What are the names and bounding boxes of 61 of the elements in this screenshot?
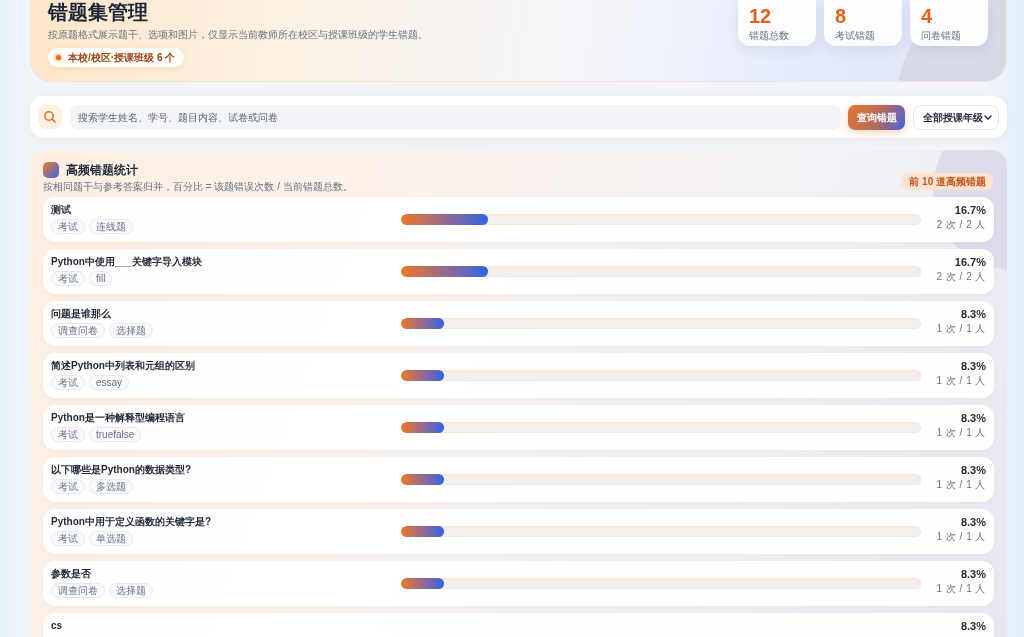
question-title: Python是一种解释型编程语言 bbox=[51, 411, 186, 424]
error-count: 1 次 / 1 人 bbox=[936, 323, 986, 335]
question-tag: 考试 bbox=[51, 427, 85, 442]
stat-label: 错题总数 bbox=[749, 29, 790, 42]
stat-value: 4 bbox=[921, 4, 934, 28]
square-icon bbox=[43, 162, 59, 178]
question-tag: 考试 bbox=[51, 375, 85, 390]
question-title: 问题是谁那么 bbox=[51, 307, 112, 320]
error-count: 1 次 / 1 人 bbox=[936, 583, 986, 595]
error-count: 2 次 / 2 人 bbox=[936, 219, 986, 231]
question-title: 简述Python中列表和元组的区别 bbox=[51, 359, 196, 372]
ranking-badge: 前 10 道高频错题 bbox=[901, 173, 994, 190]
scope-label: 本校/校区·授课班级 6 个 bbox=[68, 51, 176, 64]
question-title: cs bbox=[51, 619, 64, 632]
question-title: 测试 bbox=[51, 203, 72, 216]
page-title: 错题集管理 bbox=[48, 0, 149, 24]
question-tag: 考试 bbox=[51, 479, 85, 494]
error-count: 1 次 / 1 人 bbox=[936, 531, 986, 543]
question-tag: 选择题 bbox=[109, 323, 153, 338]
question-title: Python中使用___关键字导入模块 bbox=[51, 255, 203, 268]
error-rate: 8.3% bbox=[960, 359, 986, 373]
question-title: 参数是否 bbox=[51, 567, 92, 580]
error-rate: 8.3% bbox=[960, 411, 986, 425]
stat-value: 12 bbox=[749, 4, 773, 28]
question-tag: 连线题 bbox=[89, 219, 133, 234]
question-tag: 考试 bbox=[51, 219, 85, 234]
search-button[interactable]: 查询错题 bbox=[848, 104, 905, 130]
stat-value: 8 bbox=[835, 4, 848, 28]
error-rate: 8.3% bbox=[960, 515, 986, 529]
section-subtitle: 按相同题干与参考答案归并，百分比 = 该题错误次数 / 当前错题总数。 bbox=[43, 180, 353, 193]
question-title: 以下哪些是Python的数据类型? bbox=[51, 463, 192, 476]
question-tag: 单选题 bbox=[89, 531, 133, 546]
stat-label: 考试错题 bbox=[835, 29, 876, 42]
error-count: 2 次 / 2 人 bbox=[936, 271, 986, 283]
error-rate: 8.3% bbox=[960, 567, 986, 581]
search-icon bbox=[38, 105, 62, 129]
search-field[interactable]: 搜索学生姓名、学号、题目内容、试卷或问卷 bbox=[70, 104, 841, 130]
chevron-down-icon bbox=[984, 114, 992, 120]
error-count: 1 次 / 1 人 bbox=[936, 375, 986, 387]
error-rate: 8.3% bbox=[960, 307, 986, 321]
question-tag: 选择题 bbox=[109, 583, 153, 598]
question-tag: 考试 bbox=[51, 531, 85, 546]
question-tag: 考试 bbox=[51, 271, 85, 286]
question-tag: 调查问卷 bbox=[51, 583, 105, 598]
status-dot-icon bbox=[54, 53, 63, 62]
question-tag: 多选题 bbox=[89, 479, 133, 494]
page-subtitle: 按原题格式展示题干、选项和图片，仅显示当前教师所在校区与授课班级的学生错题。 bbox=[48, 28, 428, 41]
error-rate: 8.3% bbox=[960, 463, 986, 477]
grade-select[interactable]: 全部授课年级 bbox=[913, 104, 999, 130]
question-tag: essay bbox=[89, 375, 130, 390]
error-count: 1 次 / 1 人 bbox=[936, 479, 986, 491]
question-title: Python中用于定义函数的关键字是? bbox=[51, 515, 212, 528]
section-title: 高频错题统计 bbox=[66, 162, 138, 178]
error-count: 1 次 / 1 人 bbox=[936, 427, 986, 439]
error-rate: 8.3% bbox=[960, 619, 986, 633]
error-rate: 16.7% bbox=[954, 255, 986, 269]
question-tag: truefalse bbox=[89, 427, 142, 442]
question-tag: 调查问卷 bbox=[51, 323, 105, 338]
stat-label: 问卷错题 bbox=[921, 29, 962, 42]
question-tag: fill bbox=[89, 271, 113, 286]
error-rate: 16.7% bbox=[954, 203, 986, 217]
